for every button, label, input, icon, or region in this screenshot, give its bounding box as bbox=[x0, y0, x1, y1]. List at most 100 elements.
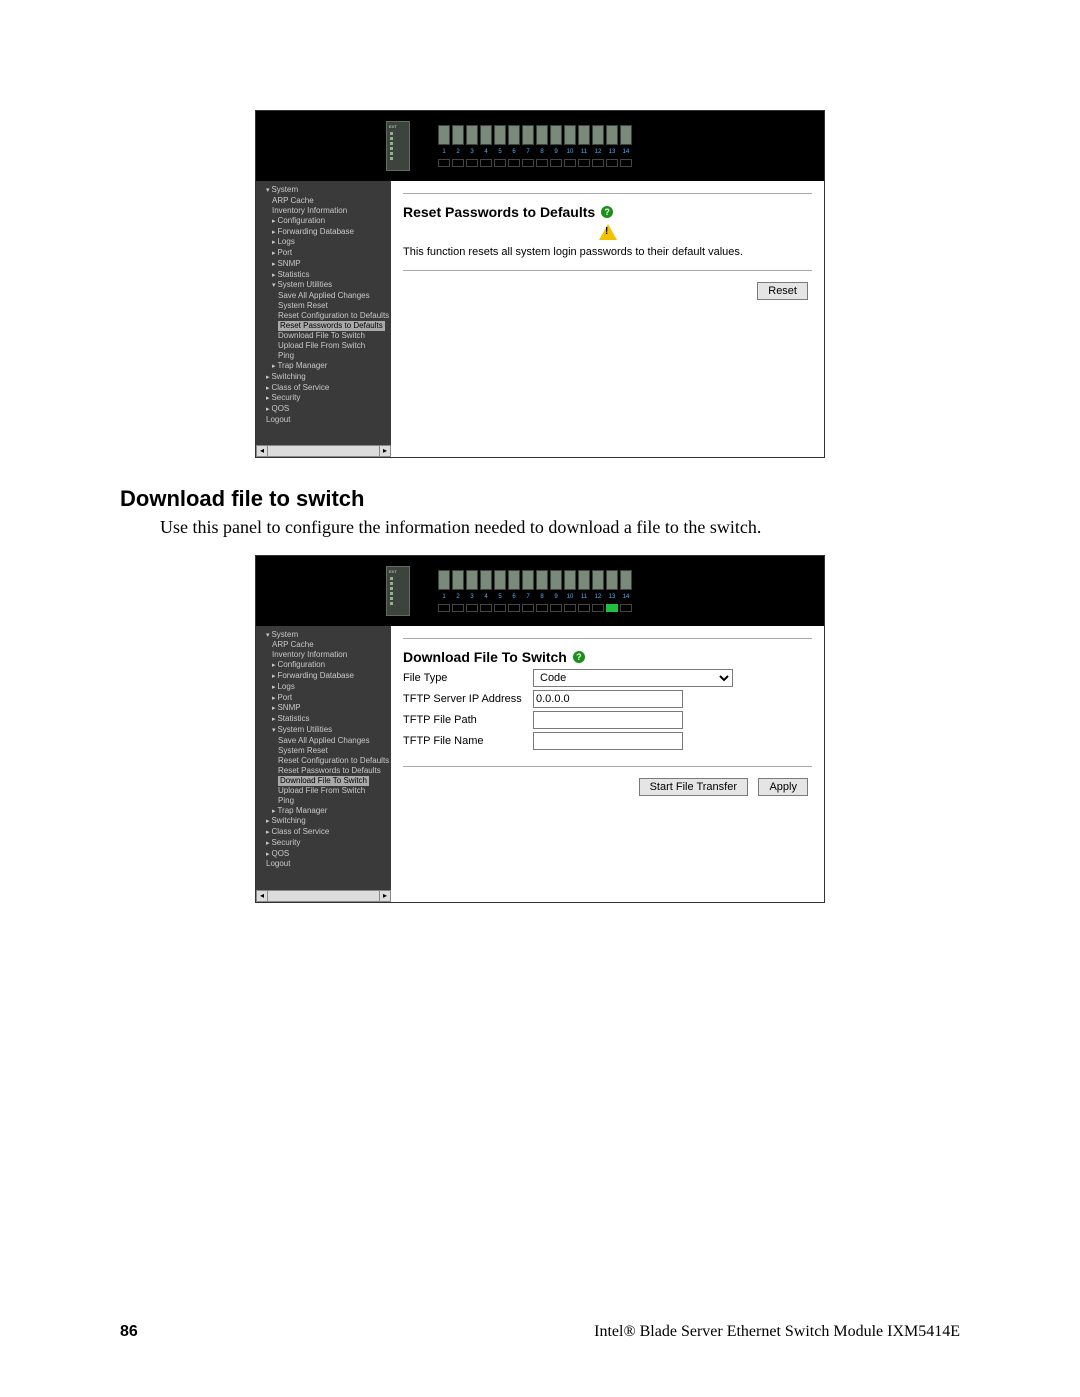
nav-item[interactable]: Logs bbox=[256, 682, 391, 693]
nav-item[interactable]: Class of Service bbox=[256, 827, 391, 838]
nav-item[interactable]: Port bbox=[256, 693, 391, 704]
nav-item[interactable]: Inventory Information bbox=[256, 650, 391, 660]
switch-port[interactable] bbox=[480, 570, 492, 590]
nav-item[interactable]: Inventory Information bbox=[256, 206, 391, 216]
nav-item[interactable]: Port bbox=[256, 248, 391, 259]
nav-item[interactable]: Trap Manager bbox=[256, 361, 391, 372]
nav-item[interactable]: Security bbox=[256, 393, 391, 404]
nav-item[interactable]: Logout bbox=[256, 859, 391, 869]
switch-port[interactable] bbox=[592, 570, 604, 590]
nav-item[interactable]: System Utilities bbox=[256, 725, 391, 736]
nav-item[interactable]: Reset Passwords to Defaults bbox=[256, 766, 391, 776]
nav-item[interactable]: System bbox=[256, 630, 391, 641]
nav-item[interactable]: Download File To Switch bbox=[278, 776, 369, 786]
switch-port[interactable] bbox=[466, 125, 478, 145]
nav-item[interactable]: Logs bbox=[256, 237, 391, 248]
apply-button[interactable]: Apply bbox=[758, 778, 808, 796]
switch-port[interactable] bbox=[452, 570, 464, 590]
nav-item[interactable]: System bbox=[256, 185, 391, 196]
switch-port[interactable] bbox=[466, 570, 478, 590]
nav-item[interactable]: Class of Service bbox=[256, 383, 391, 394]
help-icon[interactable]: ? bbox=[601, 206, 613, 218]
nav-item[interactable]: Forwarding Database bbox=[256, 671, 391, 682]
scroll-right-icon[interactable]: ▸ bbox=[379, 445, 391, 457]
switch-port[interactable] bbox=[480, 125, 492, 145]
tftp-path-input[interactable] bbox=[533, 711, 683, 729]
nav-item[interactable]: Save All Applied Changes bbox=[256, 291, 391, 301]
switch-port[interactable] bbox=[592, 125, 604, 145]
nav-item[interactable]: System Reset bbox=[256, 301, 391, 311]
switch-port[interactable] bbox=[620, 125, 632, 145]
scroll-track[interactable] bbox=[268, 890, 379, 902]
switch-port[interactable] bbox=[438, 570, 450, 590]
port-number: 10 bbox=[564, 149, 576, 155]
port-led-icon bbox=[438, 604, 450, 612]
switch-port[interactable] bbox=[578, 570, 590, 590]
nav-item[interactable]: Ping bbox=[256, 796, 391, 806]
switch-port[interactable] bbox=[452, 125, 464, 145]
port-led-icon bbox=[438, 159, 450, 167]
nav-item[interactable]: Configuration bbox=[256, 216, 391, 227]
nav-item[interactable]: ARP Cache bbox=[256, 196, 391, 206]
nav-item[interactable]: Switching bbox=[256, 372, 391, 383]
nav-item[interactable]: Statistics bbox=[256, 270, 391, 281]
scroll-left-icon[interactable]: ◂ bbox=[256, 445, 268, 457]
sidebar-scrollbar[interactable]: ◂ ▸ bbox=[256, 445, 391, 457]
scroll-right-icon[interactable]: ▸ bbox=[379, 890, 391, 902]
nav-item[interactable]: SNMP bbox=[256, 703, 391, 714]
switch-port[interactable] bbox=[564, 125, 576, 145]
port-number: 7 bbox=[522, 149, 534, 155]
reset-button[interactable]: Reset bbox=[757, 282, 808, 300]
nav-item[interactable]: Save All Applied Changes bbox=[256, 736, 391, 746]
switch-port[interactable] bbox=[550, 125, 562, 145]
switch-port[interactable] bbox=[508, 570, 520, 590]
switch-port[interactable] bbox=[438, 125, 450, 145]
nav-item[interactable]: SNMP bbox=[256, 259, 391, 270]
nav-item[interactable]: Switching bbox=[256, 816, 391, 827]
nav-item[interactable]: Trap Manager bbox=[256, 806, 391, 817]
nav-item[interactable]: QOS bbox=[256, 404, 391, 415]
nav-item[interactable]: Download File To Switch bbox=[256, 331, 391, 341]
tftp-name-input[interactable] bbox=[533, 732, 683, 750]
nav-item[interactable]: Logout bbox=[256, 415, 391, 425]
nav-item[interactable]: System Utilities bbox=[256, 280, 391, 291]
switch-port[interactable] bbox=[578, 125, 590, 145]
port-led-icon bbox=[452, 604, 464, 612]
switch-port[interactable] bbox=[508, 125, 520, 145]
port-number: 11 bbox=[578, 149, 590, 155]
switch-port[interactable] bbox=[522, 125, 534, 145]
start-file-transfer-button[interactable]: Start File Transfer bbox=[639, 778, 748, 796]
nav-item[interactable]: Upload File From Switch bbox=[256, 341, 391, 351]
nav-item[interactable]: Ping bbox=[256, 351, 391, 361]
switch-port[interactable] bbox=[536, 570, 548, 590]
scroll-track[interactable] bbox=[268, 445, 379, 457]
switch-port[interactable] bbox=[550, 570, 562, 590]
port-led-icon bbox=[550, 159, 562, 167]
page-title-text: Download File To Switch bbox=[403, 649, 567, 665]
nav-item[interactable]: QOS bbox=[256, 849, 391, 860]
nav-item[interactable]: System Reset bbox=[256, 746, 391, 756]
nav-item[interactable]: Reset Configuration to Defaults bbox=[256, 311, 391, 321]
nav-item[interactable]: Reset Configuration to Defaults bbox=[256, 756, 391, 766]
switch-port[interactable] bbox=[522, 570, 534, 590]
switch-port[interactable] bbox=[606, 125, 618, 145]
switch-port[interactable] bbox=[494, 570, 506, 590]
tftp-ip-input[interactable] bbox=[533, 690, 683, 708]
sidebar-scrollbar[interactable]: ◂ ▸ bbox=[256, 890, 391, 902]
nav-item[interactable]: Security bbox=[256, 838, 391, 849]
file-type-select[interactable]: Code bbox=[533, 669, 733, 687]
device-banner: 1234567891011121314 bbox=[256, 556, 824, 626]
scroll-left-icon[interactable]: ◂ bbox=[256, 890, 268, 902]
help-icon[interactable]: ? bbox=[573, 651, 585, 663]
nav-item[interactable]: Reset Passwords to Defaults bbox=[278, 321, 385, 331]
switch-port[interactable] bbox=[620, 570, 632, 590]
switch-port[interactable] bbox=[494, 125, 506, 145]
nav-item[interactable]: ARP Cache bbox=[256, 640, 391, 650]
nav-item[interactable]: Forwarding Database bbox=[256, 227, 391, 238]
nav-item[interactable]: Upload File From Switch bbox=[256, 786, 391, 796]
switch-port[interactable] bbox=[536, 125, 548, 145]
nav-item[interactable]: Statistics bbox=[256, 714, 391, 725]
switch-port[interactable] bbox=[564, 570, 576, 590]
nav-item[interactable]: Configuration bbox=[256, 660, 391, 671]
switch-port[interactable] bbox=[606, 570, 618, 590]
